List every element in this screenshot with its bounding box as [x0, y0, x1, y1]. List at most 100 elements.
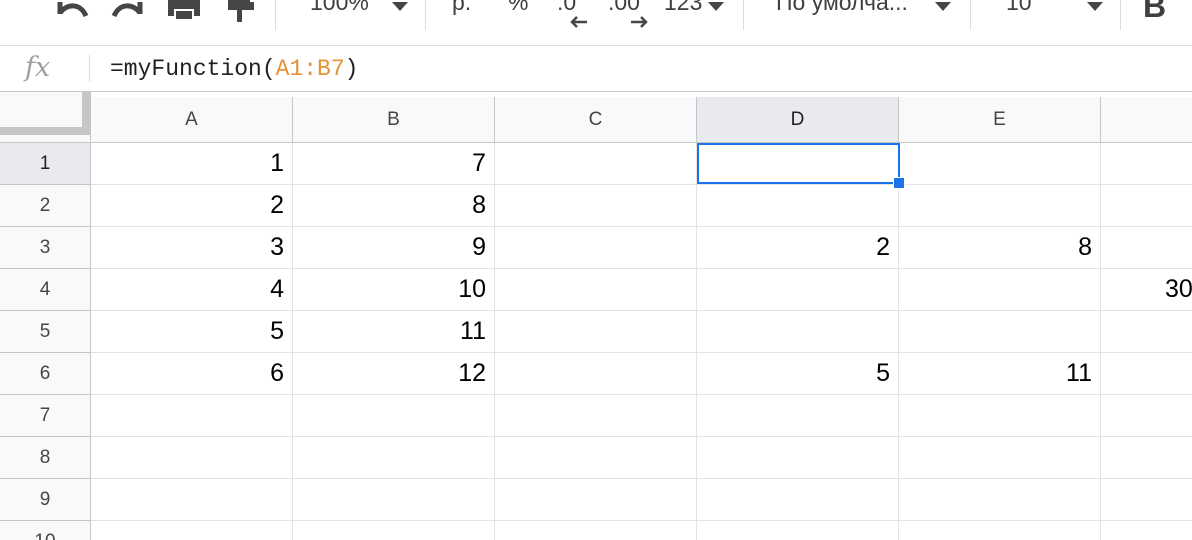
row-freeze-handle[interactable] [0, 127, 90, 135]
cell-d2[interactable] [697, 185, 899, 227]
cell-a7[interactable] [91, 395, 293, 437]
cell-b4[interactable]: 10 [293, 269, 495, 311]
font-select[interactable]: По умолча... [776, 0, 908, 31]
cell-c8[interactable] [495, 437, 697, 479]
cell-c4[interactable] [495, 269, 697, 311]
formula-bar: fx =myFunction(A1:B7) [0, 45, 1192, 92]
cell-b9[interactable] [293, 479, 495, 521]
cell-c1[interactable] [495, 143, 697, 185]
number-format-button[interactable]: 123 [664, 0, 702, 31]
cell-d1[interactable] [697, 143, 899, 185]
row-header-8[interactable]: 8 [0, 437, 91, 479]
row-header-4[interactable]: 4 [0, 269, 91, 311]
cell-c6[interactable] [495, 353, 697, 395]
cell-d5[interactable] [697, 311, 899, 353]
cell-b7[interactable] [293, 395, 495, 437]
paint-format-icon[interactable] [228, 0, 256, 40]
bold-button[interactable]: B [1143, 0, 1166, 25]
row-header-1[interactable]: 1 [0, 143, 91, 185]
cell-f4[interactable]: 30 [1101, 269, 1192, 311]
cell-b2[interactable]: 8 [293, 185, 495, 227]
increase-decimal-label: .00 [608, 0, 640, 15]
cell-e10[interactable] [899, 521, 1101, 540]
cell-e2[interactable] [899, 185, 1101, 227]
cell-e3[interactable]: 8 [899, 227, 1101, 269]
cell-b1[interactable]: 7 [293, 143, 495, 185]
cell-e6[interactable]: 11 [899, 353, 1101, 395]
zoom-chevron-down-icon[interactable] [392, 2, 408, 42]
row-header-2[interactable]: 2 [0, 185, 91, 227]
cell-d4[interactable] [697, 269, 899, 311]
cell-b5[interactable]: 11 [293, 311, 495, 353]
redo-icon[interactable] [110, 0, 146, 40]
percent-format-button[interactable]: % [508, 0, 528, 31]
column-header-a[interactable]: A [91, 97, 293, 143]
cell-a5[interactable]: 5 [91, 311, 293, 353]
cell-f10[interactable] [1101, 521, 1192, 540]
cell-a9[interactable] [91, 479, 293, 521]
cell-e5[interactable] [899, 311, 1101, 353]
cell-f5[interactable] [1101, 311, 1192, 353]
toolbar-divider [970, 0, 971, 30]
currency-format-button[interactable]: р. [452, 0, 471, 31]
cell-d3[interactable]: 2 [697, 227, 899, 269]
cell-f2[interactable] [1101, 185, 1192, 227]
row-header-7[interactable]: 7 [0, 395, 91, 437]
row-header-5[interactable]: 5 [0, 311, 91, 353]
cell-f3[interactable] [1101, 227, 1192, 269]
cell-f7[interactable] [1101, 395, 1192, 437]
column-header-f[interactable] [1101, 97, 1192, 143]
cell-c3[interactable] [495, 227, 697, 269]
print-icon[interactable] [166, 0, 202, 40]
cell-b3[interactable]: 9 [293, 227, 495, 269]
cell-d10[interactable] [697, 521, 899, 540]
cell-e4[interactable] [899, 269, 1101, 311]
cell-a8[interactable] [91, 437, 293, 479]
cell-a3[interactable]: 3 [91, 227, 293, 269]
column-header-c[interactable]: C [495, 97, 697, 143]
cell-a6[interactable]: 6 [91, 353, 293, 395]
font-size-select[interactable]: 10 [1006, 0, 1032, 31]
cell-b10[interactable] [293, 521, 495, 540]
column-header-e[interactable]: E [899, 97, 1101, 143]
row-header-10[interactable]: 10 [0, 521, 91, 540]
cell-c2[interactable] [495, 185, 697, 227]
cell-d7[interactable] [697, 395, 899, 437]
cell-f8[interactable] [1101, 437, 1192, 479]
undo-icon[interactable] [54, 0, 90, 40]
cell-d8[interactable] [697, 437, 899, 479]
cell-c9[interactable] [495, 479, 697, 521]
cell-f9[interactable] [1101, 479, 1192, 521]
cell-a4[interactable]: 4 [91, 269, 293, 311]
cell-e1[interactable] [899, 143, 1101, 185]
row-header-3[interactable]: 3 [0, 227, 91, 269]
font-chevron-down-icon[interactable] [935, 2, 951, 42]
select-all-corner[interactable] [0, 92, 91, 143]
cell-b8[interactable] [293, 437, 495, 479]
cell-c10[interactable] [495, 521, 697, 540]
cell-d9[interactable] [697, 479, 899, 521]
cell-a2[interactable]: 2 [91, 185, 293, 227]
toolbar-divider [1120, 0, 1121, 30]
zoom-select[interactable]: 100% [310, 0, 369, 31]
cell-c7[interactable] [495, 395, 697, 437]
column-header-b[interactable]: B [293, 97, 495, 143]
formula-input[interactable]: =myFunction(A1:B7) [110, 56, 358, 82]
cell-f6[interactable] [1101, 353, 1192, 395]
decrease-decimal-label: .0 [557, 0, 577, 15]
font-size-chevron-down-icon[interactable] [1087, 2, 1103, 42]
cell-c5[interactable] [495, 311, 697, 353]
number-format-chevron-down-icon[interactable] [708, 2, 724, 42]
row-header-6[interactable]: 6 [0, 353, 91, 395]
cell-e7[interactable] [899, 395, 1101, 437]
cell-e8[interactable] [899, 437, 1101, 479]
row-header-9[interactable]: 9 [0, 479, 91, 521]
cell-a10[interactable] [91, 521, 293, 540]
formula-bar-divider [89, 55, 90, 82]
cell-f1[interactable] [1101, 143, 1192, 185]
cell-a1[interactable]: 1 [91, 143, 293, 185]
cell-d6[interactable]: 5 [697, 353, 899, 395]
cell-e9[interactable] [899, 479, 1101, 521]
cell-b6[interactable]: 12 [293, 353, 495, 395]
column-header-d[interactable]: D [697, 97, 899, 143]
